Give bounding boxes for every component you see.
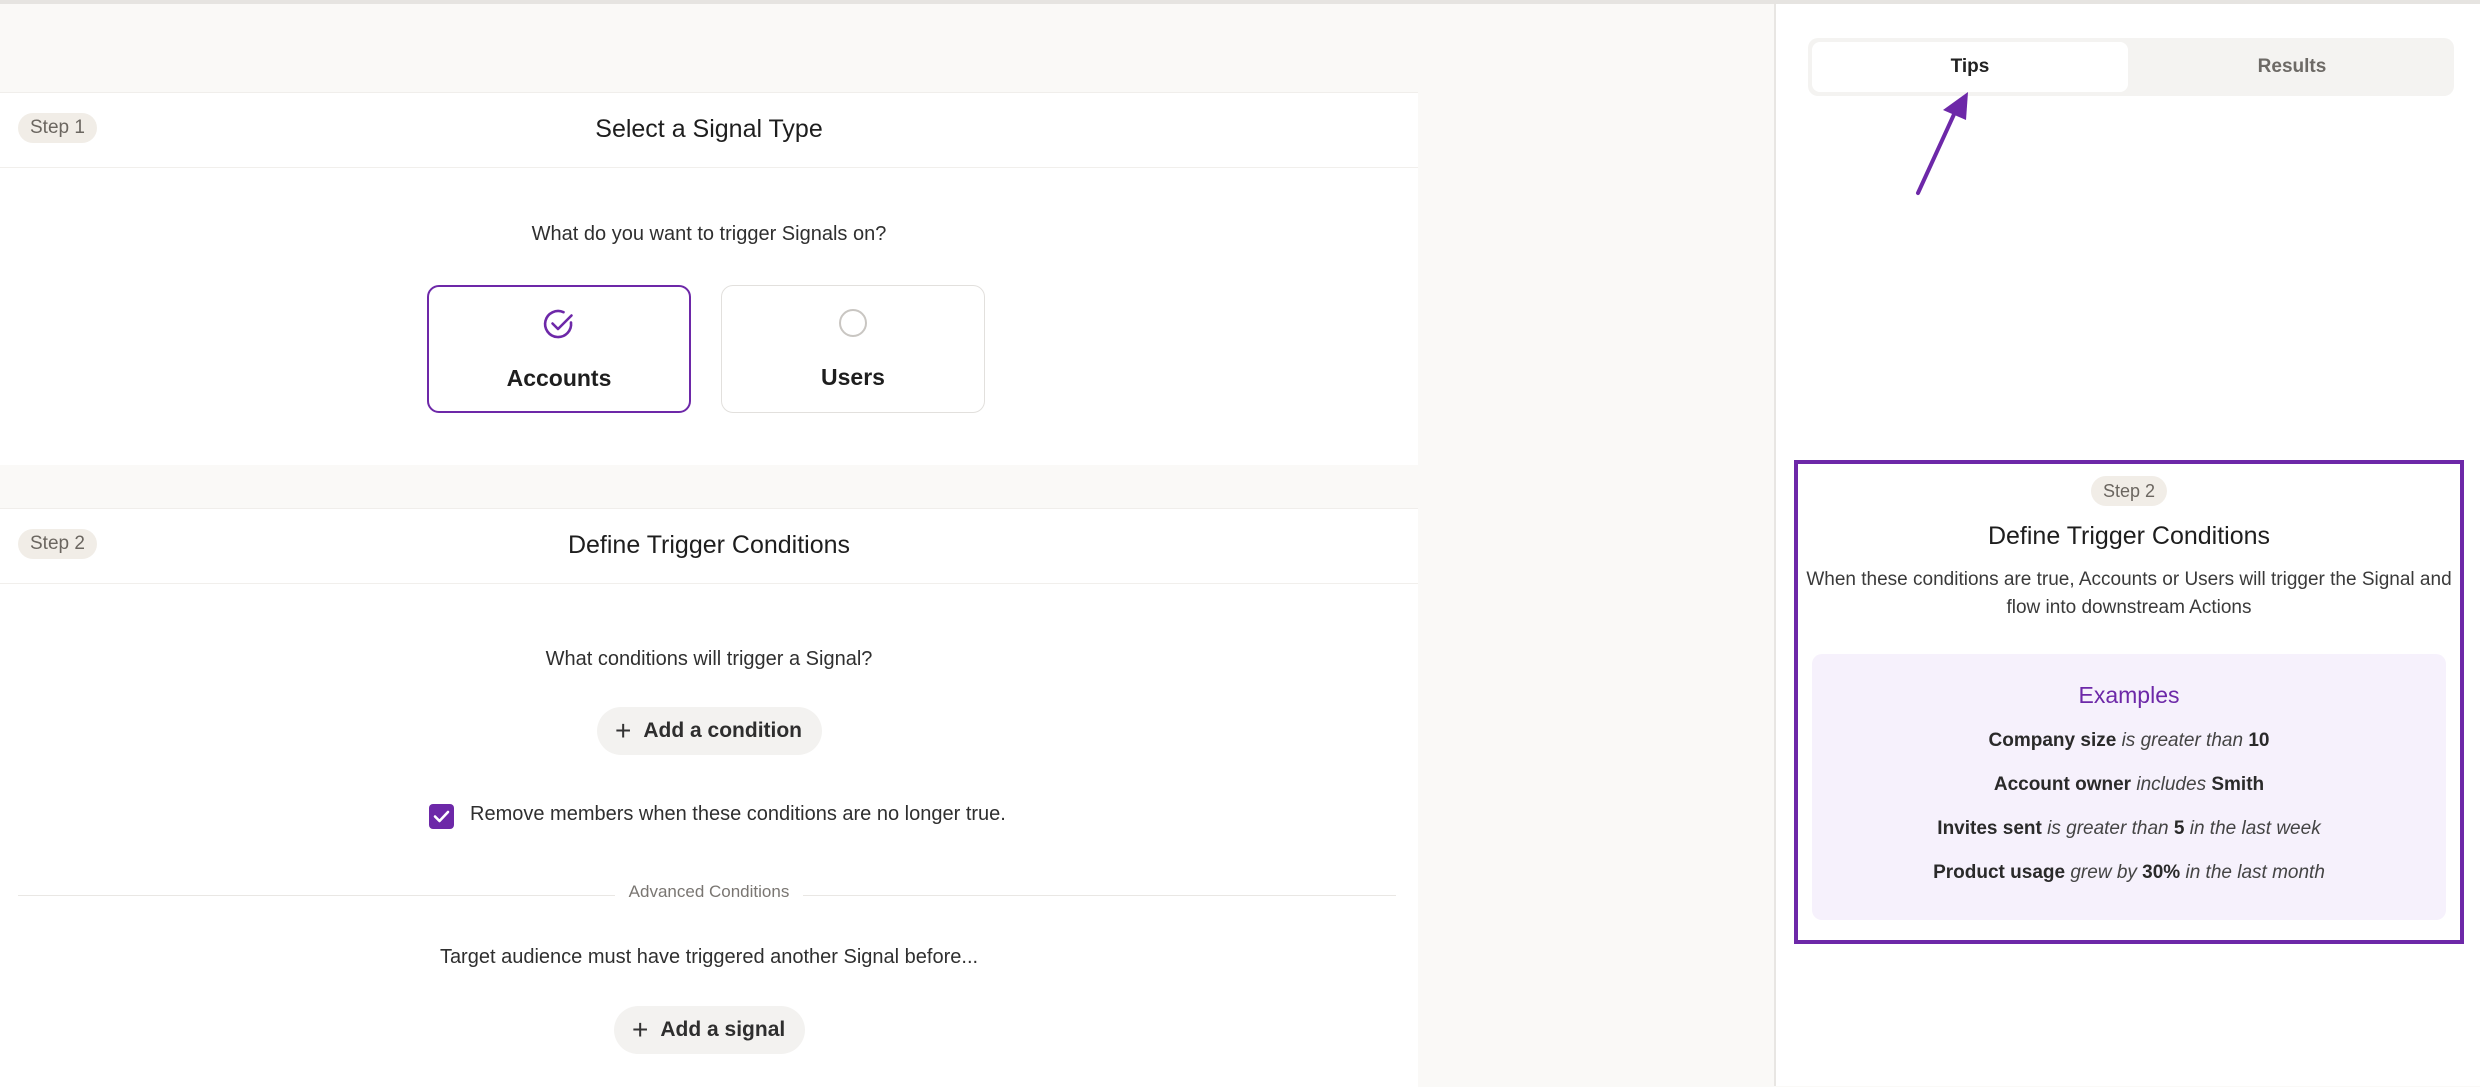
step2-title: Define Trigger Conditions	[567, 531, 851, 559]
add-condition-button[interactable]: + Add a condition	[597, 707, 823, 755]
check-circle-icon	[542, 307, 576, 346]
tab-results[interactable]: Results	[2134, 42, 2450, 92]
step2-question: What conditions will trigger a Signal?	[545, 648, 873, 670]
example-field: Account owner	[1993, 774, 2132, 795]
annotation-arrow-icon	[1916, 92, 1968, 195]
add-signal-button[interactable]: + Add a signal	[614, 1006, 806, 1054]
option-users-label: Users	[821, 364, 885, 390]
example-operator: is greater than	[2121, 730, 2244, 751]
example-value: 5	[2173, 818, 2185, 839]
remove-members-checkbox[interactable]	[429, 804, 454, 829]
empty-circle-icon	[836, 306, 870, 345]
example-value: 30%	[2142, 862, 2181, 883]
option-users[interactable]: Users	[721, 285, 985, 413]
example-row: Invites sent is greater than 5 in the la…	[1812, 818, 2446, 840]
step1-question: What do you want to trigger Signals on?	[531, 223, 887, 245]
example-field: Company size	[1988, 730, 2117, 751]
example-value: 10	[2248, 730, 2270, 751]
audience-text: Target audience must have triggered anot…	[439, 946, 979, 968]
example-suffix: in the last month	[2185, 862, 2325, 883]
advanced-conditions-text: Advanced Conditions	[614, 882, 804, 901]
step1-header: Step 1 Select a Signal Type	[0, 93, 1418, 168]
step1-title: Select a Signal Type	[595, 115, 823, 143]
tip-description: When these conditions are true, Accounts…	[1806, 569, 2452, 618]
step2-header: Step 2 Define Trigger Conditions	[0, 509, 1418, 584]
example-operator: is greater than	[2047, 818, 2169, 839]
step1-card: Step 1 Select a Signal Type What do you …	[0, 92, 1418, 465]
plus-icon: +	[632, 1014, 649, 1045]
example-operator: includes	[2136, 774, 2207, 795]
example-row: Product usage grew by 30% in the last mo…	[1812, 862, 2446, 884]
checkmark-icon	[433, 810, 450, 823]
sidepanel-tabs: Tips Results	[1808, 38, 2454, 96]
tab-tips[interactable]: Tips	[1812, 42, 2128, 92]
examples-box: Examples Company size is greater than 10…	[1812, 654, 2446, 920]
tip-card: Step 2 Define Trigger Conditions When th…	[1794, 460, 2464, 944]
example-suffix: in the last week	[2189, 818, 2321, 839]
option-accounts[interactable]: Accounts	[427, 285, 691, 413]
example-operator: grew by	[2070, 862, 2137, 883]
plus-icon: +	[615, 715, 632, 746]
example-row: Company size is greater than 10	[1812, 730, 2446, 752]
example-field: Invites sent	[1937, 818, 2042, 839]
tip-title: Define Trigger Conditions	[1987, 522, 2271, 550]
example-row: Account owner includes Smith	[1812, 774, 2446, 796]
add-condition-label: Add a condition	[643, 719, 803, 742]
tip-step-badge: Step 2	[2090, 476, 2168, 506]
example-value: Smith	[2211, 774, 2265, 795]
examples-title: Examples	[2078, 682, 2180, 708]
add-signal-label: Add a signal	[660, 1018, 786, 1041]
option-accounts-label: Accounts	[506, 365, 612, 391]
step2-card: Step 2 Define Trigger Conditions	[0, 508, 1418, 1087]
advanced-conditions-label: Advanced Conditions	[0, 882, 1418, 902]
example-field: Product usage	[1933, 862, 2066, 883]
remove-members-label: Remove members when these conditions are…	[470, 803, 1006, 825]
